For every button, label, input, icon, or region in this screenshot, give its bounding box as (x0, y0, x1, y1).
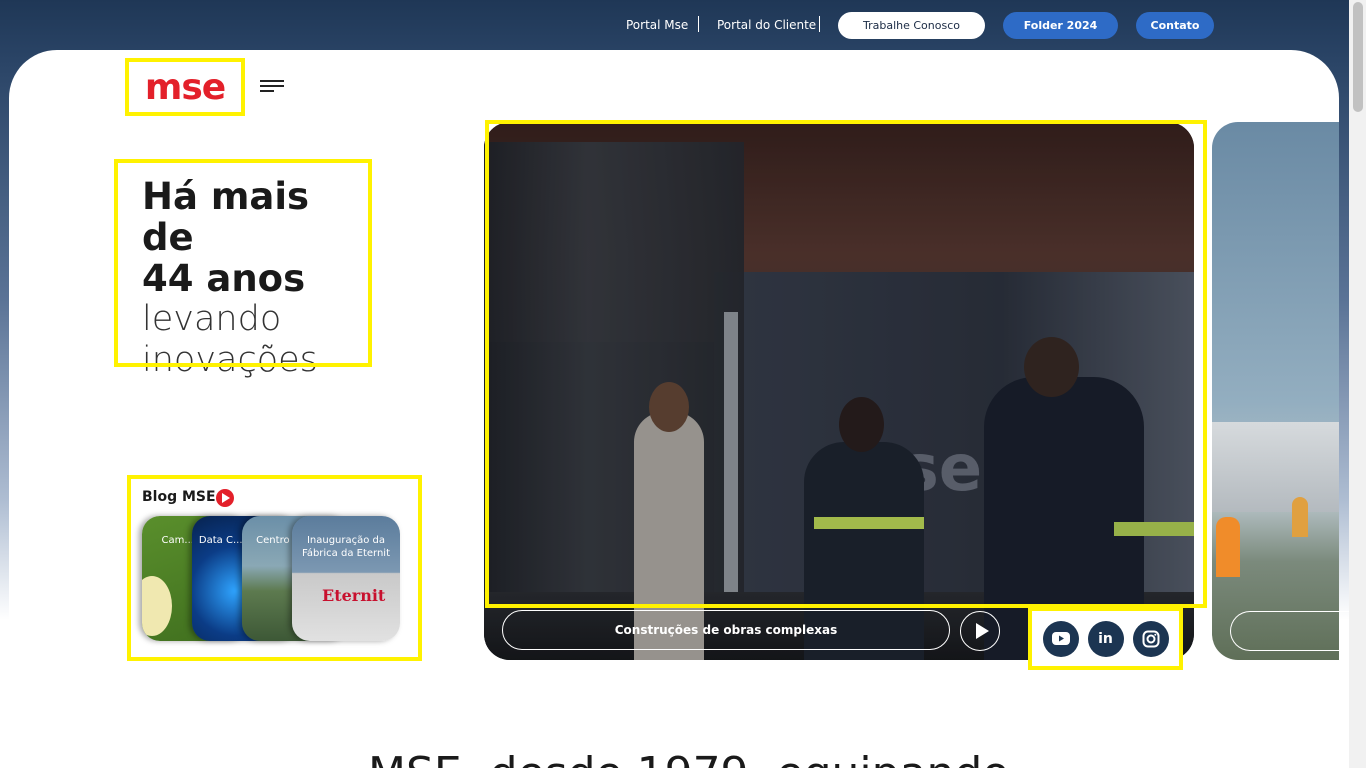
youtube-icon[interactable] (1042, 620, 1079, 657)
blog-title[interactable]: Blog MSE (142, 489, 216, 505)
preview-building (1212, 422, 1339, 512)
hero-light-line-1: levando (142, 299, 282, 339)
play-icon[interactable] (216, 489, 234, 507)
blog-card[interactable]: Inauguração da Fábrica da Eternit Eterni… (292, 516, 400, 641)
page-scrollbar[interactable] (1349, 0, 1366, 768)
contato-button[interactable]: Contato (1136, 12, 1214, 39)
video-highlight (485, 120, 1207, 608)
blog-card-image (142, 576, 172, 636)
scrollbar-thumb[interactable] (1353, 2, 1363, 112)
social-links: in (1028, 607, 1183, 670)
blog-section: Blog MSE Cam... Antit... Data C... Alta … (127, 475, 422, 661)
hero-heading: Há mais de 44 anos levando inovações (114, 159, 372, 380)
preview-worker (1292, 497, 1308, 537)
trabalhe-conosco-button[interactable]: Trabalhe Conosco (838, 12, 985, 39)
top-bar: Portal Mse Portal do Cliente Trabalhe Co… (0, 0, 1366, 50)
divider (819, 16, 820, 32)
preview-worker (1216, 517, 1240, 577)
video-caption[interactable]: Construções de obras complexas (502, 610, 950, 650)
eternit-logo: Eternit (322, 586, 386, 605)
hero-bold-line-1: Há mais de (142, 175, 310, 259)
instagram-icon[interactable] (1132, 620, 1169, 657)
divider (698, 16, 699, 32)
section-title: MSE, desde 1979, equipando (368, 748, 1009, 768)
hero-light-line-2: inovações (142, 340, 318, 380)
hero-bold-line-2: 44 anos (142, 257, 306, 300)
portal-cliente-link[interactable]: Portal do Cliente (717, 18, 816, 32)
next-slide-caption[interactable] (1230, 611, 1350, 651)
blog-card-title: Inauguração da Fábrica da Eternit (301, 535, 391, 559)
linkedin-icon[interactable]: in (1087, 620, 1124, 657)
next-slide-preview[interactable] (1212, 122, 1339, 660)
mse-logo[interactable]: mse (125, 58, 245, 116)
folder-2024-button[interactable]: Folder 2024 (1003, 12, 1118, 39)
hamburger-menu-icon[interactable] (260, 80, 284, 94)
logo-text: mse (144, 66, 226, 108)
play-icon[interactable] (960, 611, 1000, 651)
portal-mse-link[interactable]: Portal Mse (626, 18, 688, 32)
